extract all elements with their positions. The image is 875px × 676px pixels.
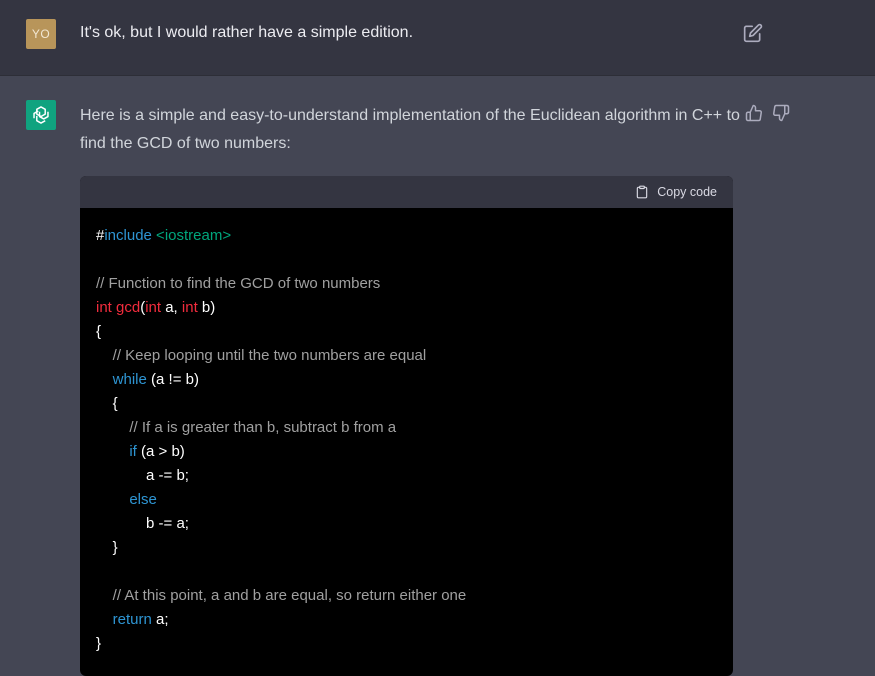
code-line: } [96,635,102,652]
code-token: int [145,299,162,316]
code-token: a, [161,299,182,316]
user-message-row: YO It's ok, but I would rather have a si… [0,0,875,76]
code-line: while (a != b) [96,371,199,388]
code-line: else [96,491,157,508]
edit-icon[interactable] [743,23,763,43]
code-line: { [96,323,102,340]
code-token: (a > b) [136,443,185,460]
copy-code-button[interactable]: Copy code [635,184,717,200]
code-line: // Function to find the GCD of two numbe… [96,275,381,292]
assistant-message-text: Here is a simple and easy-to-understand … [80,107,740,152]
code-token: if [129,443,137,460]
code-line: { [96,395,118,412]
code-block: Copy code #include <iostream> // Functio… [80,176,733,676]
thumbs-up-icon[interactable] [745,104,763,122]
user-avatar: YO [26,19,56,49]
code-line: if (a > b) [96,443,185,460]
thumbs-down-icon[interactable] [772,104,790,122]
code-line: a -= b; [96,467,189,484]
code-token: a; [151,611,169,628]
code-token: while [112,371,147,388]
code-block-header: Copy code [80,176,733,208]
code-line: return a; [96,611,169,628]
code-token: <iostream> [151,227,232,244]
assistant-message-row: Here is a simple and easy-to-understand … [0,76,875,676]
code-line: // At this point, a and b are equal, so … [96,587,467,604]
code-token: (a != b) [146,371,199,388]
code-token: b) [197,299,216,316]
code-line: b -= a; [96,515,189,532]
code-token: int [181,299,198,316]
code-line: // Keep looping until the two numbers ar… [96,347,427,364]
code-line: // If a is greater than b, subtract b fr… [96,419,397,436]
clipboard-icon [636,185,648,199]
code-token: gcd [111,299,141,316]
code-line: } [96,539,118,556]
copy-code-label: Copy code [657,185,717,199]
code-content: #include <iostream> // Function to find … [80,208,733,656]
code-token: return [112,611,152,628]
code-token: include [104,227,152,244]
assistant-avatar [26,100,56,130]
openai-logo-icon [33,106,49,124]
code-line: int gcd(int a, int b) [96,299,215,316]
code-token: int [96,299,112,316]
code-line: #include <iostream> [96,227,231,244]
user-message-text: It's ok, but I would rather have a simpl… [80,24,414,41]
code-token: else [129,491,157,508]
